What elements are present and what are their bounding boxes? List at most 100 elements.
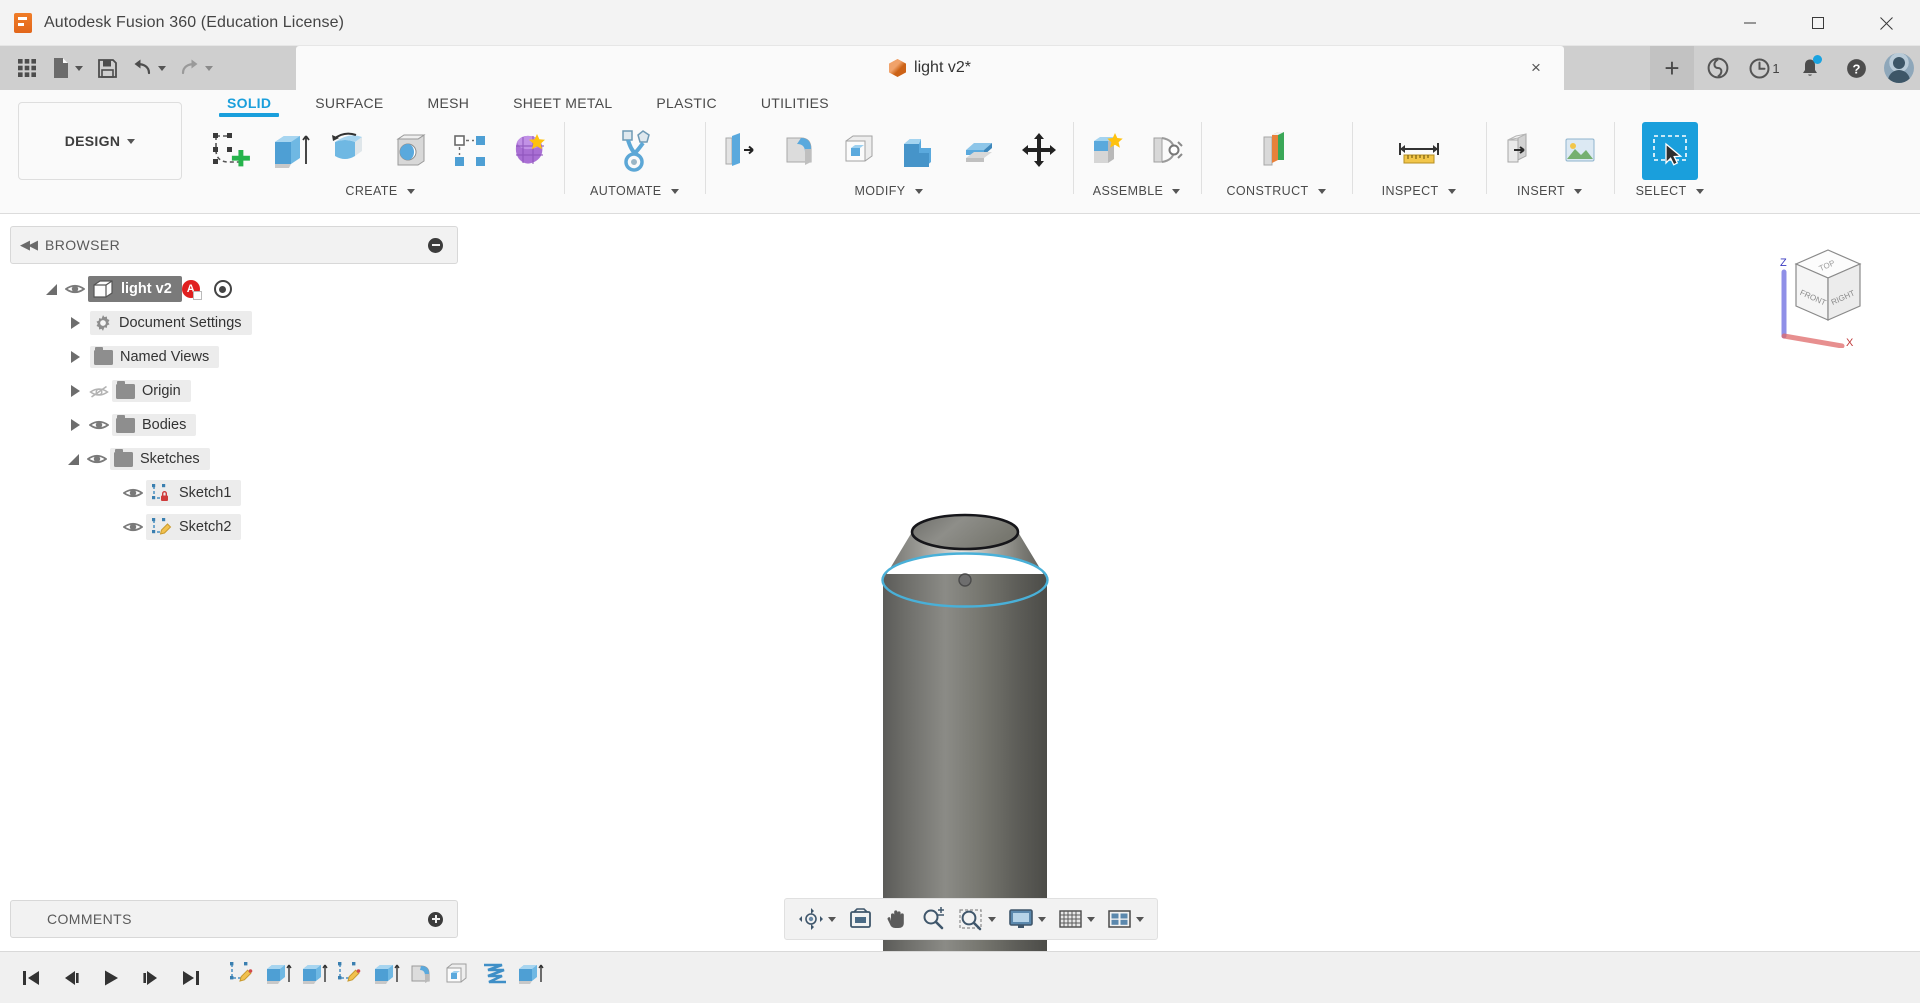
new-component-icon[interactable] <box>1079 122 1135 180</box>
press-pull-icon[interactable] <box>711 122 767 180</box>
maximize-button[interactable] <box>1784 0 1852 46</box>
expander-open-icon[interactable] <box>62 454 84 465</box>
visibility-eye-icon[interactable] <box>120 520 146 534</box>
visibility-eye-icon[interactable] <box>62 282 88 296</box>
tree-row-document-settings[interactable]: Document Settings <box>10 306 458 340</box>
modify-group-label[interactable]: MODIFY <box>854 184 922 198</box>
close-button[interactable] <box>1852 0 1920 46</box>
visibility-eye-icon[interactable] <box>120 486 146 500</box>
expander-open-icon[interactable] <box>40 284 62 295</box>
tab-solid[interactable]: SOLID <box>205 92 293 117</box>
extrude3-feature-icon[interactable] <box>368 958 404 998</box>
extensions-icon[interactable] <box>1696 48 1740 88</box>
step-back-icon[interactable] <box>58 963 84 993</box>
construct-group-label[interactable]: CONSTRUCT <box>1227 184 1326 198</box>
automate-icon[interactable] <box>606 122 662 180</box>
tree-row-named-views[interactable]: Named Views <box>10 340 458 374</box>
tree-row-bodies[interactable]: Bodies <box>10 408 458 442</box>
tab-plastic[interactable]: PLASTIC <box>634 92 738 117</box>
insert-image-icon[interactable] <box>1552 122 1608 180</box>
sketch1-feature-icon[interactable] <box>224 958 260 998</box>
tree-row-sketches[interactable]: Sketches <box>10 442 458 476</box>
move-copy-icon[interactable] <box>1011 122 1067 180</box>
visibility-eye-icon[interactable] <box>86 418 112 432</box>
job-status-icon[interactable]: 1 <box>1742 48 1786 88</box>
activate-component-radio[interactable] <box>214 280 232 298</box>
fillet-feature-icon[interactable] <box>404 958 440 998</box>
visibility-eye-off-icon[interactable] <box>86 384 112 399</box>
tree-item-named-views[interactable]: Named Views <box>90 346 219 368</box>
joint-icon[interactable] <box>1139 122 1195 180</box>
workspace-selector[interactable]: DESIGN <box>18 102 182 180</box>
zoom-icon[interactable] <box>916 902 951 936</box>
view-cube[interactable]: Z X TOP FRONT RIGHT <box>1756 228 1876 348</box>
play-icon[interactable] <box>98 963 124 993</box>
tree-item-sketch1[interactable]: Sketch1 <box>146 480 241 506</box>
tree-item-origin[interactable]: Origin <box>112 380 191 402</box>
insert-group-label[interactable]: INSERT <box>1517 184 1582 198</box>
select-group-label[interactable]: SELECT <box>1636 184 1704 198</box>
tree-row-light-v2[interactable]: light v2 A <box>10 272 458 306</box>
new-tab-button[interactable]: + <box>1650 46 1694 90</box>
tab-surface[interactable]: SURFACE <box>293 92 405 117</box>
zoom-window-icon[interactable] <box>953 902 1001 936</box>
undo-icon[interactable] <box>126 51 171 85</box>
shell-feature-icon[interactable] <box>440 958 476 998</box>
minimize-button[interactable] <box>1716 0 1784 46</box>
sketch2-feature-icon[interactable] <box>332 958 368 998</box>
minus-circle-icon[interactable] <box>428 238 443 253</box>
combine-icon[interactable] <box>891 122 947 180</box>
expander-closed-icon[interactable] <box>64 419 86 431</box>
expander-closed-icon[interactable] <box>64 317 86 329</box>
fillet-icon[interactable] <box>771 122 827 180</box>
viewports-icon[interactable] <box>1102 902 1149 936</box>
go-to-beginning-icon[interactable] <box>18 963 44 993</box>
thread-feature-icon[interactable] <box>476 958 512 998</box>
save-icon[interactable] <box>90 51 124 85</box>
shell-icon[interactable] <box>831 122 887 180</box>
look-at-icon[interactable] <box>843 902 878 936</box>
select-window-icon[interactable] <box>1642 122 1698 180</box>
display-settings-icon[interactable] <box>1003 902 1051 936</box>
tab-mesh[interactable]: MESH <box>406 92 492 117</box>
pan-hand-icon[interactable] <box>880 902 914 936</box>
form-icon[interactable] <box>502 122 558 180</box>
extrude2-feature-icon[interactable] <box>296 958 332 998</box>
tab-sheet-metal[interactable]: SHEET METAL <box>491 92 634 117</box>
extrude-icon[interactable] <box>262 122 318 180</box>
tree-item-sketches[interactable]: Sketches <box>110 448 210 470</box>
go-to-end-icon[interactable] <box>178 963 204 993</box>
tab-utilities[interactable]: UTILITIES <box>739 92 851 117</box>
measure-icon[interactable] <box>1391 122 1447 180</box>
tree-item-sketch2[interactable]: Sketch2 <box>146 514 241 540</box>
appearance-badge[interactable]: A <box>182 280 200 298</box>
orbit-icon[interactable] <box>793 902 841 936</box>
hole-icon[interactable] <box>382 122 438 180</box>
collapse-left-icon[interactable]: ◀◀ <box>11 237 45 253</box>
tree-row-sketch2[interactable]: Sketch2 <box>10 510 458 544</box>
notifications-bell-icon[interactable] <box>1788 48 1832 88</box>
grid-snaps-icon[interactable] <box>1053 902 1100 936</box>
redo-icon[interactable] <box>173 51 218 85</box>
user-avatar[interactable] <box>1884 53 1914 83</box>
app-grid-icon[interactable] <box>10 51 44 85</box>
tree-row-sketch1[interactable]: Sketch1 <box>10 476 458 510</box>
construct-plane-icon[interactable] <box>1248 122 1304 180</box>
tree-item-bodies[interactable]: Bodies <box>112 414 196 436</box>
insert-derive-icon[interactable] <box>1492 122 1548 180</box>
offset-face-icon[interactable] <box>951 122 1007 180</box>
close-icon[interactable]: × <box>1526 58 1546 78</box>
extrude4-feature-icon[interactable] <box>512 958 548 998</box>
visibility-eye-icon[interactable] <box>84 452 110 466</box>
document-tab[interactable]: light v2* × <box>296 46 1564 90</box>
tree-item-light-v2[interactable]: light v2 <box>88 276 182 302</box>
automate-group-label[interactable]: AUTOMATE <box>590 184 679 198</box>
expander-closed-icon[interactable] <box>64 351 86 363</box>
assemble-group-label[interactable]: ASSEMBLE <box>1093 184 1181 198</box>
comments-panel-header[interactable]: COMMENTS <box>10 900 458 938</box>
expander-closed-icon[interactable] <box>64 385 86 397</box>
pattern-icon[interactable] <box>442 122 498 180</box>
tree-row-origin[interactable]: Origin <box>10 374 458 408</box>
help-icon[interactable]: ? <box>1834 48 1878 88</box>
extrude1-feature-icon[interactable] <box>260 958 296 998</box>
